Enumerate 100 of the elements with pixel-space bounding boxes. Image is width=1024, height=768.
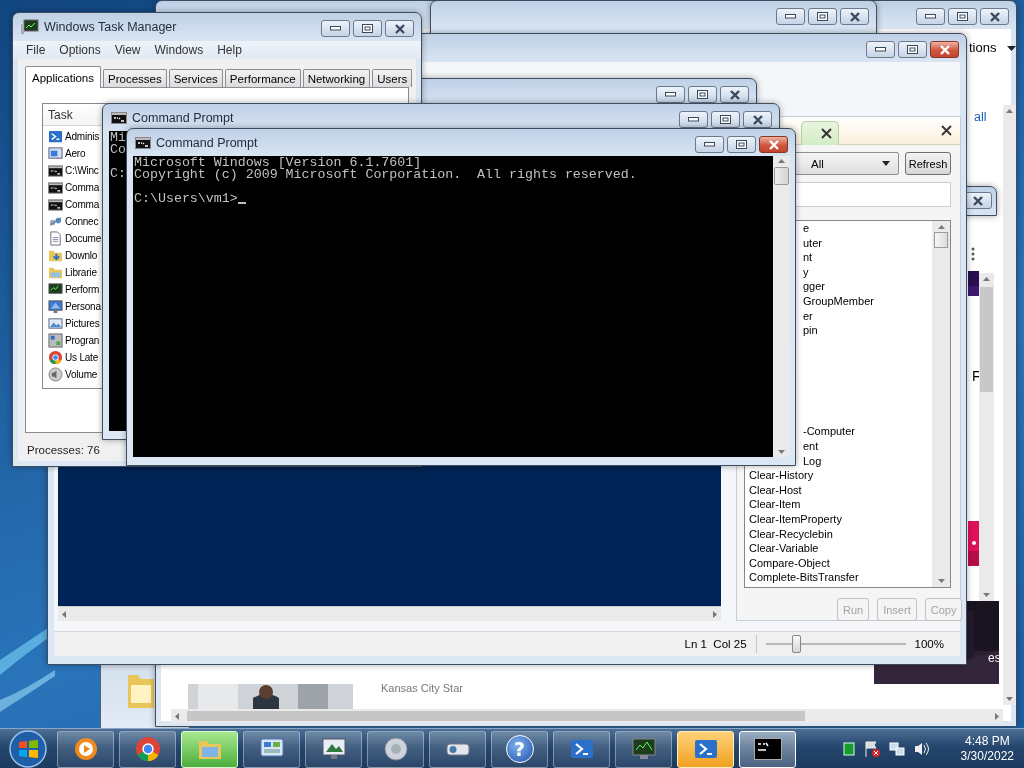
command-item[interactable]: ent (803, 439, 819, 454)
command-item[interactable]: Clear-History (749, 468, 814, 483)
minimize-button[interactable] (866, 41, 895, 58)
command-item[interactable]: GroupMember (803, 293, 874, 309)
menu-item[interactable]: Windows (147, 41, 211, 59)
close-button[interactable] (930, 41, 959, 58)
task-item[interactable]: Downlo (65, 250, 98, 261)
task-item[interactable]: C:\Winc (65, 165, 99, 176)
close-icon (821, 128, 832, 139)
arrow-left-icon (62, 610, 66, 618)
scrollbar[interactable] (1003, 105, 1016, 705)
maximize-button[interactable] (898, 41, 927, 58)
console-line: C:\Users\vm1> (134, 193, 238, 205)
command-item[interactable]: gger (803, 279, 826, 294)
command-item[interactable]: uter (803, 235, 822, 251)
command-item[interactable]: Clear-Variable (749, 541, 819, 556)
tab[interactable]: Performance (224, 69, 301, 87)
scroll-thumb[interactable] (774, 167, 789, 185)
task-item[interactable]: Persona (65, 301, 101, 312)
task-item[interactable]: Librarie (65, 267, 97, 278)
clock[interactable]: 4:48 PM 3/30/2022 (960, 734, 1014, 764)
scrollbar[interactable] (932, 221, 950, 587)
command-item[interactable]: er (803, 308, 813, 324)
scrollbar[interactable] (58, 606, 721, 621)
flag-icon[interactable] (862, 740, 881, 758)
clock-time: 4:48 PM (964, 734, 1010, 749)
task-item[interactable]: Adminis (65, 131, 100, 142)
minimize-button[interactable] (321, 20, 350, 37)
command-item[interactable]: nt (803, 250, 813, 265)
menu-item[interactable]: View (107, 41, 148, 59)
command-item[interactable]: Clear-Host (749, 482, 802, 498)
tab[interactable]: Services (168, 69, 223, 87)
task-item[interactable]: Connec (65, 216, 99, 227)
maximize-button[interactable] (353, 20, 382, 37)
close-icon (767, 139, 780, 150)
close-button[interactable] (939, 123, 954, 138)
maximize-button[interactable] (948, 8, 977, 25)
command-item[interactable]: Clear-ItemProperty (749, 512, 842, 527)
minimize-button[interactable] (776, 8, 805, 25)
close-button[interactable] (980, 8, 1009, 25)
minimize-button[interactable] (916, 8, 945, 25)
maximize-button[interactable] (727, 136, 756, 153)
arrow-up-icon (983, 277, 990, 281)
refresh-button[interactable]: Refresh (905, 152, 951, 175)
status-icon[interactable] (842, 742, 855, 756)
task-item[interactable]: Volume (65, 369, 98, 380)
command-item[interactable]: Clear-Recyclebin (749, 526, 833, 542)
close-button[interactable] (385, 20, 414, 37)
network-icon[interactable] (888, 741, 905, 757)
scroll-thumb[interactable] (980, 287, 993, 392)
command-item[interactable]: Log (803, 453, 822, 469)
arrow-right-icon (713, 610, 717, 618)
tab[interactable]: Networking (302, 69, 371, 87)
tab[interactable] (801, 121, 839, 145)
link[interactable]: all (974, 110, 987, 124)
folder-icon (48, 248, 63, 263)
scrollbar[interactable] (773, 156, 790, 457)
minimize-button[interactable] (656, 86, 685, 103)
arrow-up-icon (778, 159, 785, 163)
close-button[interactable] (840, 8, 869, 25)
clock-date: 3/30/2022 (960, 749, 1014, 764)
command-item[interactable]: Clear-Item (749, 497, 801, 513)
zoom-slider[interactable] (765, 635, 906, 653)
maximize-button[interactable] (711, 111, 740, 128)
menu-item[interactable]: File (19, 41, 53, 59)
scroll-thumb[interactable] (187, 711, 805, 721)
task-item[interactable]: Perform (65, 284, 100, 295)
close-button[interactable] (720, 86, 749, 103)
command-item[interactable]: e (803, 221, 810, 236)
menu-button[interactable]: tions (969, 40, 997, 55)
tab[interactable]: Applications (25, 66, 101, 88)
tab[interactable]: Processes (103, 69, 167, 87)
status-text: Processes: 76 (26, 443, 101, 458)
minimize-button[interactable] (679, 111, 708, 128)
command-item[interactable]: Compare-Object (749, 555, 830, 571)
task-item[interactable]: Us Late (65, 352, 99, 363)
task-item[interactable]: Aero (65, 148, 86, 159)
task-item[interactable]: Comma (65, 199, 99, 210)
start-button[interactable] (8, 729, 48, 768)
column-header[interactable]: Task (48, 108, 73, 122)
maximize-button[interactable] (808, 8, 837, 25)
minimize-button[interactable] (695, 136, 724, 153)
command-item[interactable]: y (803, 264, 809, 280)
tab[interactable]: Users (372, 69, 413, 87)
command-item[interactable]: Complete-BitsTransfer (749, 570, 859, 585)
maximize-button[interactable] (688, 86, 717, 103)
command-item[interactable]: pin (803, 323, 818, 338)
scrollbar[interactable] (979, 273, 994, 601)
scrollbar[interactable] (171, 709, 1003, 723)
task-item[interactable]: Comma (65, 182, 99, 193)
close-button[interactable] (743, 111, 772, 128)
task-item[interactable]: Docume (65, 233, 102, 244)
task-item[interactable]: Progran (65, 335, 100, 346)
speaker-icon[interactable] (912, 741, 931, 757)
scroll-thumb[interactable] (934, 232, 948, 248)
menu-item[interactable]: Help (210, 41, 249, 59)
close-button[interactable] (759, 136, 788, 153)
command-item[interactable]: -Computer (803, 424, 855, 440)
menu-item[interactable]: Options (52, 41, 108, 59)
task-item[interactable]: Pictures (65, 318, 100, 329)
